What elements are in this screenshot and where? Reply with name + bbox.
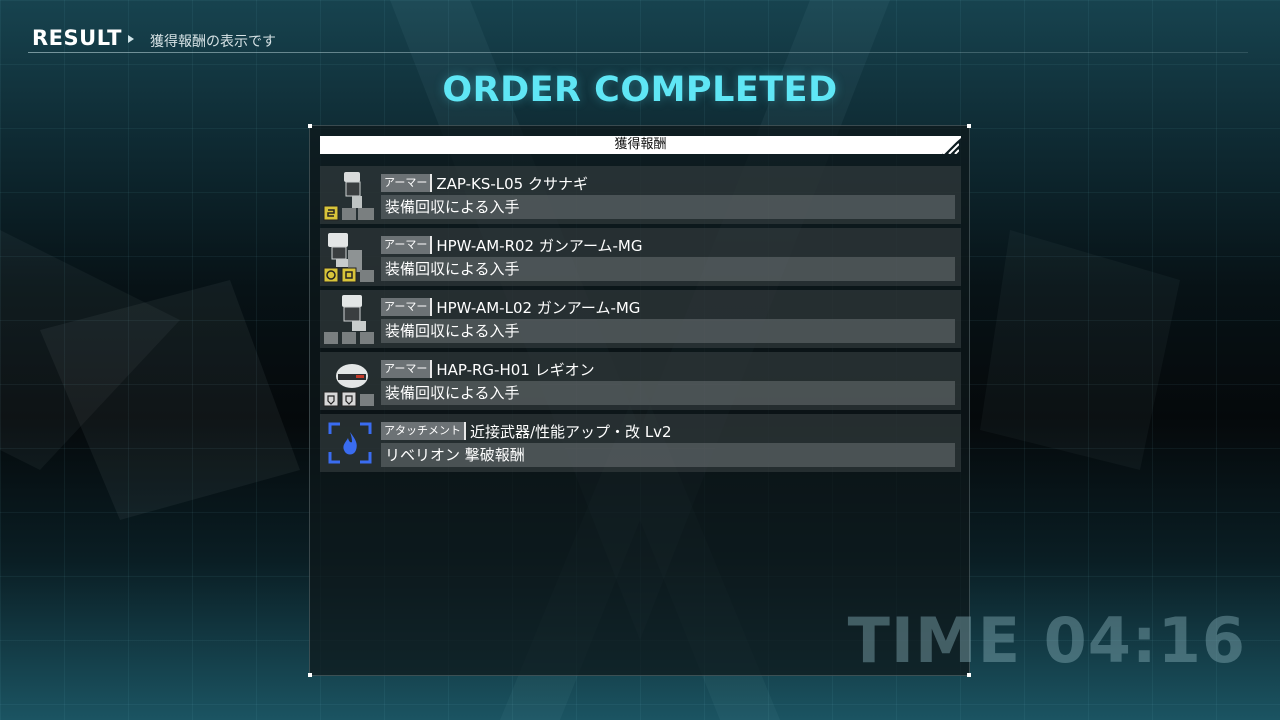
item-source: リベリオン 撃破報酬 [381,443,955,467]
screen-subtitle: 獲得報酬の表示です [150,34,276,50]
item-category-tag: アタッチメント [381,422,466,440]
item-name: ZAP-KS-L05 クサナギ [436,174,588,193]
item-source: 装備回収による入手 [381,257,955,281]
reward-item[interactable]: アーマー HAP-RG-H01 レギオン 装備回収による入手 [320,352,961,410]
right-arm-armor-icon [323,233,374,283]
elapsed-time: TIME 04:16 [847,604,1246,677]
rewards-header: 獲得報酬 [320,136,961,154]
header-stripes-icon [942,137,959,154]
item-source: 装備回収による入手 [381,381,955,405]
item-category-tag: アーマー [381,298,433,316]
panel-corner [308,124,312,128]
breadcrumb-arrow-icon [128,35,134,43]
top-bar: RESULT 獲得報酬の表示です [0,0,1280,72]
reward-item[interactable]: アーマー HPW-AM-R02 ガンアーム-MG 装備回収による入手 [320,228,961,286]
order-completed-title: ORDER COMPLETED [442,70,838,110]
item-source: 装備回収による入手 [381,195,955,219]
item-category-tag: アーマー [381,360,433,378]
attachment-flame-icon [328,422,372,464]
item-name: HAP-RG-H01 レギオン [436,360,595,379]
reward-item[interactable]: アタッチメント 近接武器/性能アップ・改 Lv2 リベリオン 撃破報酬 [320,414,961,472]
item-source: 装備回収による入手 [381,319,955,343]
reward-item[interactable]: アーマー ZAP-KS-L05 クサナギ 装備回収による入手 [320,166,961,224]
panel-corner [967,124,971,128]
header-divider [28,52,1248,53]
screen-title: RESULT [32,26,122,50]
head-armor-icon [323,364,374,407]
item-name: HPW-AM-R02 ガンアーム-MG [436,236,643,255]
leg-armor-icon [323,172,374,221]
reward-item[interactable]: アーマー HPW-AM-L02 ガンアーム-MG 装備回収による入手 [320,290,961,348]
item-category-tag: アーマー [381,236,433,254]
item-name: HPW-AM-L02 ガンアーム-MG [436,298,641,317]
panel-corner [308,673,312,677]
item-name: 近接武器/性能アップ・改 Lv2 [470,422,672,441]
rewards-panel: 獲得報酬 アーマー ZAP-KS-L05 クサナギ 装備回収による入手 アーマー… [308,124,971,677]
reward-list: アーマー ZAP-KS-L05 クサナギ 装備回収による入手 アーマー HPW-… [320,166,961,476]
item-category-tag: アーマー [381,174,433,192]
left-arm-armor-icon [324,295,374,344]
